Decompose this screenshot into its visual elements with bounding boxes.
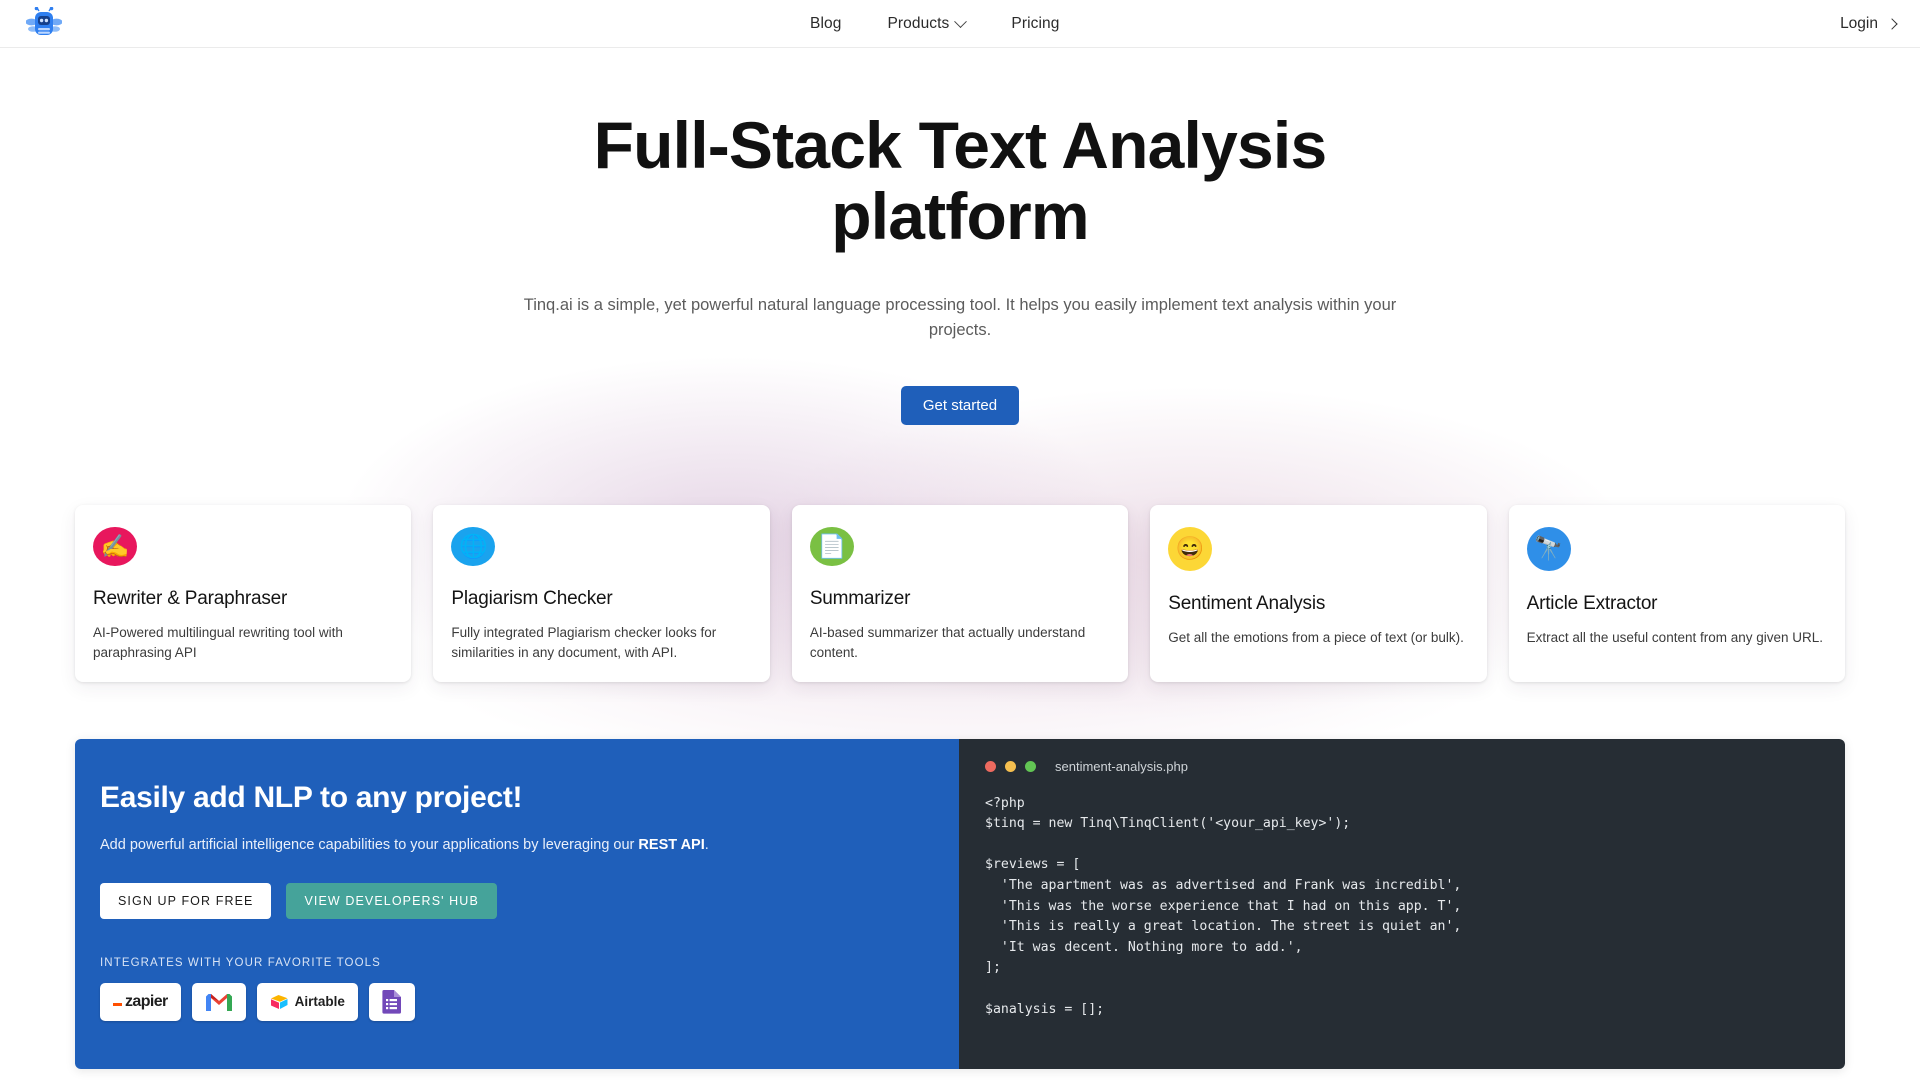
telescope-icon: 🔭 [1526, 526, 1571, 571]
cta-panel-buttons: SIGN UP FOR FREE VIEW DEVELOPERS' HUB [100, 882, 959, 919]
cta-panel-left: Easily add NLP to any project! Add power… [75, 738, 959, 1069]
nav-link-pricing[interactable]: Pricing [1011, 15, 1059, 33]
zapier-wordmark: zapier [113, 993, 168, 1011]
hero-section: Full-Stack Text Analysis platform Tinq.a… [0, 48, 1920, 425]
window-minimize-dot-icon[interactable] [1005, 760, 1016, 772]
code-window-titlebar: sentiment-analysis.php [959, 759, 1845, 774]
cta-subtitle-suffix: . [704, 836, 709, 853]
rest-api-link[interactable]: REST API [638, 837, 704, 853]
gmail-envelope-icon [205, 994, 232, 1012]
feature-card-title: Article Extractor [1526, 592, 1658, 614]
feature-card-title: Plagiarism Checker [451, 588, 613, 610]
gmail-logo[interactable] [191, 982, 246, 1021]
code-snippet: <?php $tinq = new Tinq\TinqClient('<your… [985, 795, 1462, 1017]
nav-link-products-label: Products [887, 15, 950, 32]
nav-link-blog-label: Blog [810, 15, 842, 32]
airtable-label: Airtable [294, 994, 345, 1010]
top-navigation-bar: Blog Products Pricing Login [0, 0, 1920, 48]
feature-card-title: Sentiment Analysis [1168, 592, 1326, 614]
view-developers-hub-button[interactable]: VIEW DEVELOPERS' HUB [286, 882, 497, 919]
airtable-logo[interactable]: Airtable [256, 982, 358, 1021]
zapier-logo[interactable]: zapier [100, 982, 181, 1021]
chevron-down-icon [954, 14, 968, 28]
feature-card-title: Rewriter & Paraphraser [93, 588, 288, 610]
window-close-dot-icon[interactable] [985, 760, 996, 772]
feature-card-description: Get all the emotions from a piece of tex… [1168, 629, 1464, 645]
nav-link-products[interactable]: Products [887, 14, 968, 33]
feature-card-description: Fully integrated Plagiarism checker look… [451, 625, 717, 661]
zapier-label: zapier [125, 992, 168, 1010]
feature-card-article-extractor[interactable]: 🔭 Article Extractor Extract all the usef… [1508, 504, 1846, 682]
smiling-face-icon: 😄 [1168, 526, 1213, 571]
sign-up-for-free-button[interactable]: SIGN UP FOR FREE [100, 882, 272, 919]
cta-subtitle-prefix: Add powerful artificial intelligence cap… [100, 836, 639, 853]
integration-logo-list: zapier Airtable [100, 982, 959, 1021]
feature-card-rewriter[interactable]: ✍️ Rewriter & Paraphraser AI-Powered mul… [75, 504, 412, 682]
code-filename: sentiment-analysis.php [1055, 758, 1188, 774]
nav-link-pricing-label: Pricing [1011, 15, 1060, 32]
feature-card-summarizer[interactable]: 📄 Summarizer AI-based summarizer that ac… [791, 504, 1129, 682]
feature-card-description: AI-Powered multilingual rewriting tool w… [93, 625, 343, 661]
cta-panel-subtitle: Add powerful artificial intelligence cap… [100, 837, 959, 853]
login-link[interactable]: Login [1840, 0, 1898, 48]
nav-link-blog[interactable]: Blog [810, 15, 841, 33]
feature-card-description: Extract all the useful content from any … [1526, 629, 1824, 645]
window-maximize-dot-icon[interactable] [1025, 760, 1036, 772]
feature-card-sentiment[interactable]: 😄 Sentiment Analysis Get all the emotion… [1150, 504, 1487, 682]
cta-panel-title: Easily add NLP to any project! [100, 780, 523, 814]
integrations-label: INTEGRATES WITH YOUR FAVORITE TOOLS [100, 956, 381, 969]
writing-hand-icon: ✍️ [93, 526, 137, 567]
get-started-button[interactable]: Get started [900, 385, 1020, 425]
hero-subtitle: Tinq.ai is a simple, yet powerful natura… [523, 295, 1397, 340]
feature-card-plagiarism[interactable]: 🌐 Plagiarism Checker Fully integrated Pl… [433, 504, 770, 682]
hero-cta-wrapper: Get started [0, 385, 1920, 425]
feature-card-list: ✍️ Rewriter & Paraphraser AI-Powered mul… [0, 504, 1920, 682]
google-forms-icon [382, 990, 401, 1014]
globe-icon: 🌐 [451, 526, 496, 567]
airtable-icon [270, 994, 288, 1009]
cta-panel: Easily add NLP to any project! Add power… [75, 738, 1845, 1069]
code-preview-panel: sentiment-analysis.php <?php $tinq = new… [959, 738, 1845, 1069]
document-icon: 📄 [809, 526, 854, 567]
bee-robot-logo-icon [26, 7, 62, 35]
primary-nav-links: Blog Products Pricing [810, 0, 1059, 48]
feature-card-title: Summarizer [809, 588, 911, 610]
feature-card-description: AI-based summarizer that actually unders… [809, 625, 1086, 661]
page-title: Full-Stack Text Analysis platform [593, 108, 1328, 254]
zapier-dash-icon [113, 1003, 122, 1007]
login-label: Login [1840, 15, 1878, 32]
chevron-right-icon [1886, 18, 1898, 30]
bee-robot-logo[interactable] [24, 5, 64, 43]
google-forms-logo[interactable] [368, 982, 415, 1021]
